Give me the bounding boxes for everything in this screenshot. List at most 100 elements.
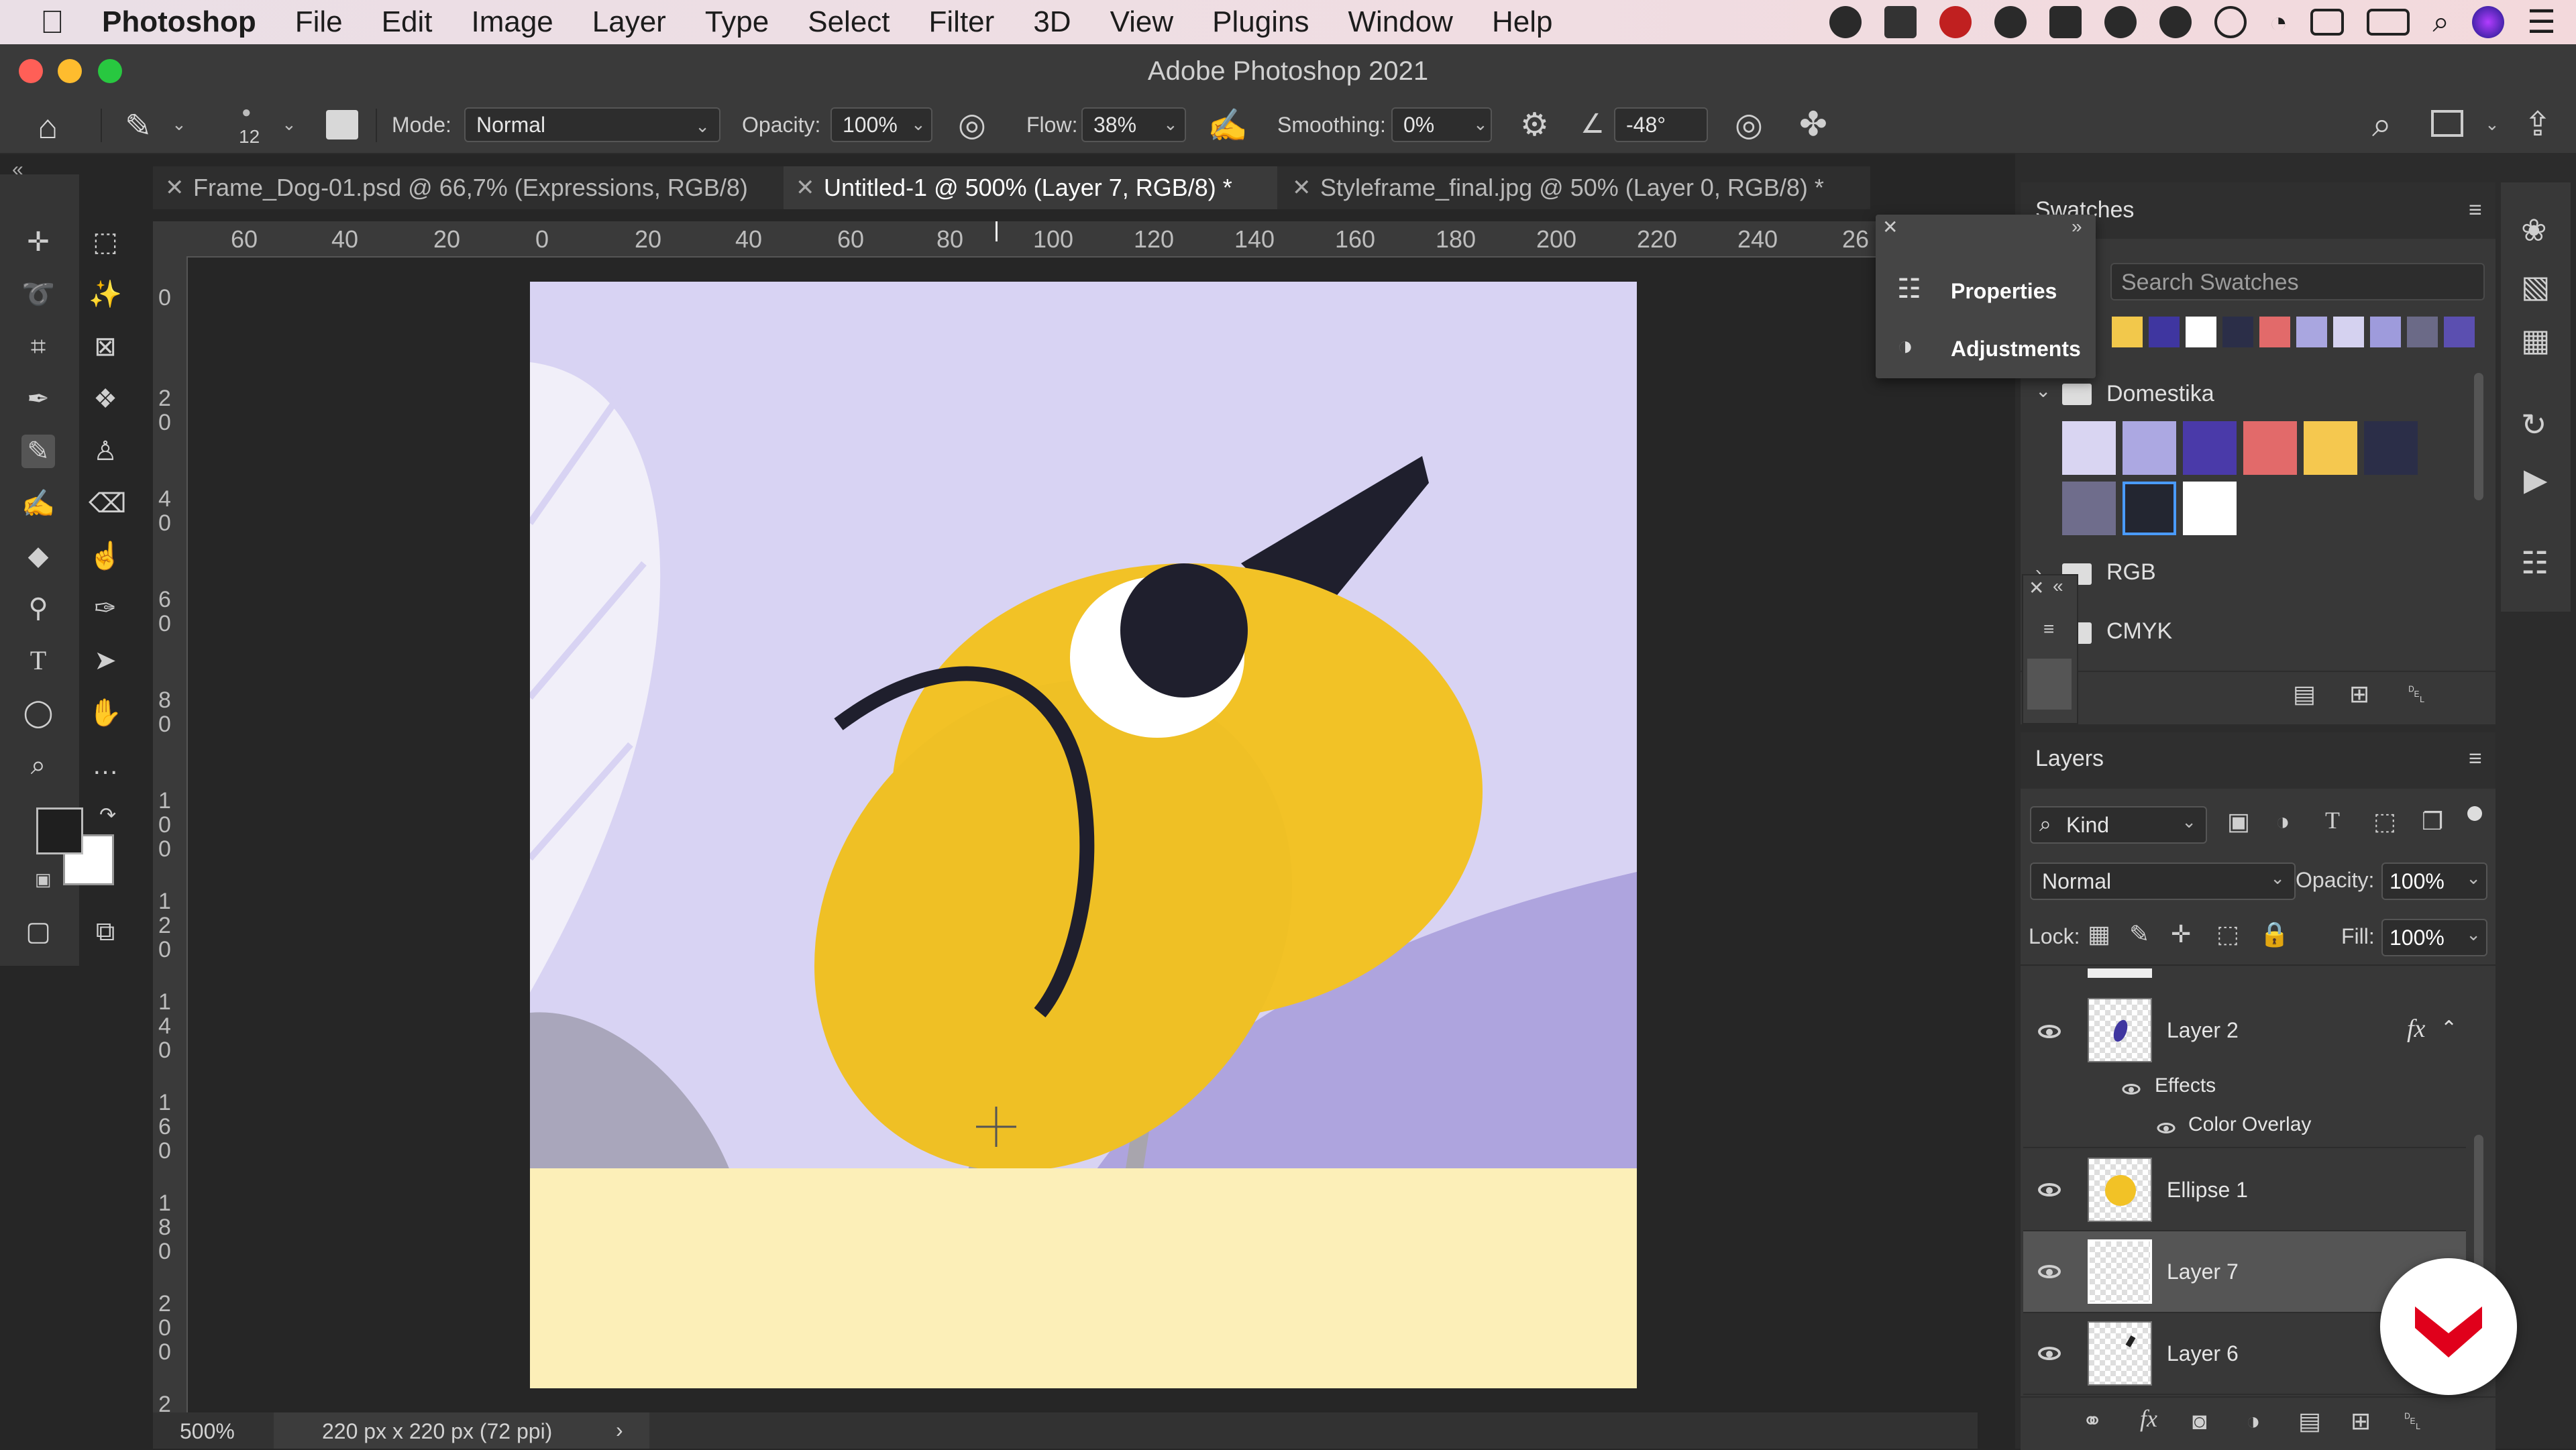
airbrush-icon[interactable]: ✍ — [1208, 106, 1248, 144]
path-selection-tool-icon[interactable]: ➤ — [89, 644, 122, 677]
menu-filter[interactable]: Filter — [929, 5, 995, 39]
menu-view[interactable]: View — [1110, 5, 1174, 39]
lock-image-pixels-icon[interactable]: ✎ — [2129, 920, 2149, 948]
home-icon[interactable]: ⌂ — [38, 107, 58, 146]
swatch[interactable] — [2123, 482, 2176, 535]
expand-icon[interactable]: « — [2053, 575, 2063, 597]
document-tab[interactable]: ✕ Styleframe_final.jpg @ 50% (Layer 0, R… — [1280, 166, 1870, 209]
eyedropper-tool-icon[interactable]: ✒ — [21, 382, 55, 416]
layer-name[interactable]: Ellipse 1 — [2167, 1178, 2248, 1203]
layer-name[interactable]: Layer 6 — [2167, 1341, 2239, 1366]
menu-type[interactable]: Type — [705, 5, 769, 39]
flow-caret-icon[interactable]: ⌄ — [1163, 114, 1178, 135]
document-info[interactable]: 220 px x 220 px (72 ppi) — [322, 1419, 552, 1444]
collapsed-panel[interactable]: ✕ « ≡ — [2022, 574, 2078, 724]
layers-menu-icon[interactable]: ≡ — [2469, 746, 2482, 772]
swatch[interactable] — [2333, 317, 2364, 347]
lock-position-icon[interactable]: ✛ — [2171, 920, 2191, 948]
layer-filter-dropdown[interactable]: ⌕ Kind ⌄ — [2030, 806, 2207, 844]
filter-pixel-icon[interactable]: ▣ — [2227, 807, 2250, 836]
angle-field[interactable]: -48° — [1614, 107, 1708, 142]
panel-menu-icon[interactable]: ≡ — [2043, 618, 2054, 640]
new-swatch-icon[interactable]: ⊞ — [2349, 680, 2369, 708]
eraser-tool-icon[interactable]: ⌫ — [89, 487, 127, 520]
stamp-tool-icon[interactable]: ♙ — [89, 435, 122, 468]
zoom-level[interactable]: 500% — [180, 1419, 235, 1444]
effect-name[interactable]: Color Overlay — [2188, 1113, 2311, 1136]
brush-preset-caret-icon[interactable]: ⌄ — [172, 114, 186, 135]
swatch[interactable] — [2183, 421, 2237, 475]
swatch[interactable] — [2296, 317, 2327, 347]
collapse-icon[interactable]: » — [2072, 216, 2082, 237]
menu-file[interactable]: File — [295, 5, 343, 39]
menu-edit[interactable]: Edit — [382, 5, 433, 39]
filter-type-icon[interactable]: T — [2325, 806, 2340, 834]
filter-adjustment-icon[interactable]: ◑ — [2275, 807, 2290, 836]
swatch[interactable] — [2304, 421, 2357, 475]
chevron-down-icon[interactable]: ⌄ — [2035, 380, 2051, 402]
history-panel-icon[interactable]: ↻ — [2521, 406, 2547, 443]
smoothing-settings-gear-icon[interactable]: ⚙ — [1520, 106, 1549, 144]
swatches-scrollbar[interactable] — [2474, 373, 2483, 500]
paint-bucket-tool-icon[interactable]: ◆ — [21, 539, 55, 573]
airplay-icon[interactable] — [2310, 9, 2345, 36]
layer-row-layer-2[interactable]: Layer 2 fx ⌃ Effects Color Overlay — [2023, 990, 2466, 1148]
opacity-caret-icon[interactable]: ⌄ — [911, 114, 926, 135]
spot-healing-tool-icon[interactable]: ❖ — [89, 382, 122, 416]
messages-icon[interactable] — [2049, 6, 2082, 38]
visibility-eye-icon[interactable] — [2038, 1025, 2061, 1038]
swatch[interactable] — [2062, 482, 2116, 535]
new-layer-icon[interactable]: ⊞ — [2351, 1407, 2371, 1435]
layers-title[interactable]: Layers — [2035, 746, 2104, 772]
upload-icon[interactable] — [2159, 6, 2192, 38]
document-tab-active[interactable]: ✕ Untitled-1 @ 500% (Layer 7, RGB/8) * — [784, 166, 1277, 209]
menu-layer[interactable]: Layer — [592, 5, 666, 39]
layer-opacity-field[interactable]: 100% ⌄ — [2381, 862, 2487, 900]
symmetry-butterfly-icon[interactable]: ✤ — [1799, 105, 1827, 144]
swatch[interactable] — [2149, 317, 2180, 347]
layer-name[interactable]: Layer 2 — [2167, 1018, 2239, 1043]
new-group-folder-icon[interactable]: ▤ — [2293, 680, 2316, 708]
gradients-panel-icon[interactable]: ▧ — [2521, 268, 2550, 304]
menu-3d[interactable]: 3D — [1033, 5, 1071, 39]
dodge-tool-icon[interactable]: ⚲ — [21, 592, 55, 625]
swatch[interactable] — [2183, 482, 2237, 535]
filter-shape-icon[interactable]: ⬚ — [2373, 807, 2396, 836]
default-colors-icon[interactable]: ▣ — [35, 869, 52, 890]
frame-tool-icon[interactable]: ⊠ — [89, 330, 122, 364]
type-tool-icon[interactable]: T — [21, 644, 55, 677]
layer-fx-badge[interactable]: fx — [2407, 1014, 2425, 1044]
search-icon[interactable]: ⌕ — [2372, 105, 2392, 146]
vertical-ruler[interactable]: 0 2 0 4 0 6 0 8 0 1 0 0 1 2 0 1 4 0 1 6 … — [153, 256, 188, 1420]
ellipse-tool-icon[interactable]: ◯ — [21, 696, 55, 730]
visibility-eye-icon[interactable] — [2038, 1183, 2061, 1196]
effect-visibility-eye-icon[interactable] — [2157, 1123, 2176, 1133]
history-brush-tool-icon[interactable]: ✍ — [21, 487, 55, 520]
pen-tool-icon[interactable]: ✑ — [89, 592, 122, 625]
cloud-app-icon[interactable] — [1994, 6, 2027, 38]
lock-artboard-icon[interactable]: ⬚ — [2216, 920, 2239, 948]
mode-dropdown[interactable]: Normal ⌄ — [464, 107, 720, 142]
brush-tool-icon[interactable]: ✎ — [21, 435, 55, 468]
swatch[interactable] — [2222, 317, 2253, 347]
creative-cloud-icon[interactable] — [1829, 6, 1862, 38]
dropbox-icon[interactable] — [1884, 6, 1917, 38]
minimize-window-button[interactable] — [58, 59, 82, 83]
close-tab-icon[interactable]: ✕ — [165, 166, 184, 209]
battery-icon[interactable] — [2367, 9, 2410, 36]
delete-layer-icon[interactable]: ␡ — [2403, 1407, 2422, 1436]
move-tool-icon[interactable]: ✛ — [21, 225, 55, 259]
screen-mode-icon[interactable]: ⧉ — [89, 915, 122, 948]
layer-name[interactable]: Layer 7 — [2167, 1260, 2239, 1284]
ruler-origin[interactable] — [153, 221, 186, 256]
actions-play-icon[interactable]: ▶ — [2524, 461, 2547, 498]
blend-mode-dropdown[interactable]: Normal ⌄ — [2030, 862, 2296, 900]
siri-icon[interactable] — [2471, 6, 2504, 38]
lasso-tool-icon[interactable]: ➰ — [21, 278, 55, 311]
wifi-icon[interactable]: ◔ — [2269, 4, 2288, 40]
hand-tool-icon[interactable]: ✋ — [89, 696, 122, 730]
swap-colors-icon[interactable]: ↷ — [99, 803, 116, 827]
swatch[interactable] — [2259, 317, 2290, 347]
chevron-up-icon[interactable]: ⌃ — [2440, 1017, 2457, 1040]
pressure-size-icon[interactable]: ◎ — [1735, 106, 1763, 144]
